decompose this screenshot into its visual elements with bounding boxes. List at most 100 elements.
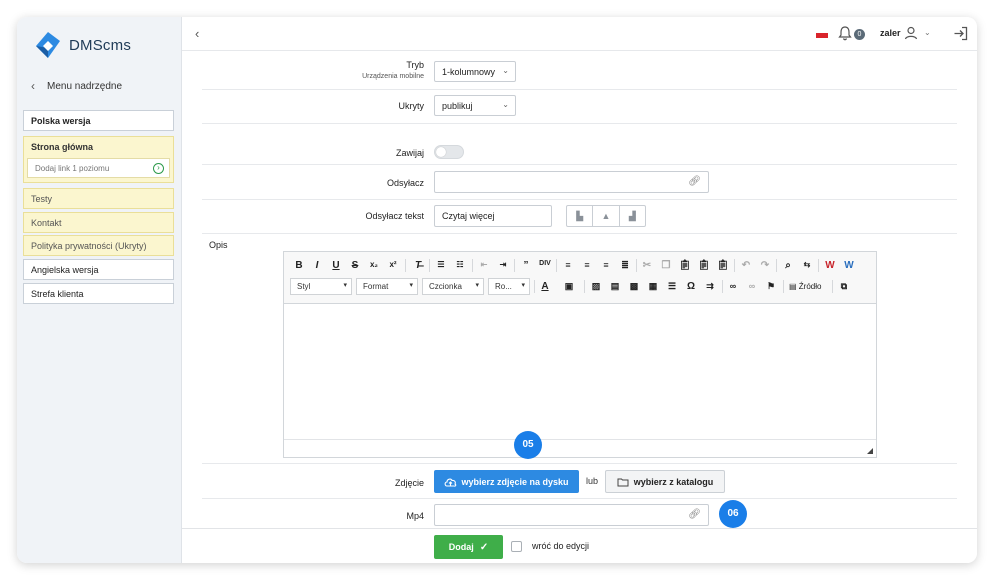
format-dropdown[interactable]: Format ▾ (356, 278, 418, 295)
blockquote-icon[interactable]: ” (519, 260, 533, 271)
subscript-icon[interactable]: x₂ (367, 260, 381, 269)
toolbar-separator (514, 259, 515, 272)
caret-down-icon: ▾ (521, 282, 525, 289)
sidebar-item-polska-wersja[interactable]: Polska wersja (23, 110, 174, 131)
copy-icon[interactable]: ❐ (659, 260, 673, 271)
search-icon[interactable]: ⌕ (781, 260, 795, 271)
format-dropdown-label: Format (363, 282, 389, 291)
step-badge-05: 05 (514, 431, 542, 459)
add-link-placeholder: Dodaj link 1 poziomu (35, 164, 110, 173)
logo-icon (36, 32, 60, 58)
link-icon[interactable]: 🔗︎ (688, 509, 701, 520)
divider (202, 463, 957, 464)
logout-icon[interactable] (953, 26, 968, 41)
image-icon[interactable]: ▨ (589, 281, 603, 292)
outdent-icon[interactable]: ⇤ (477, 260, 491, 269)
return-to-edit-label: wróć do edycji (532, 541, 590, 551)
resize-handle-icon[interactable] (867, 448, 873, 454)
bold-icon[interactable]: B (292, 260, 306, 271)
add-link-field[interactable]: Dodaj link 1 poziomu › (27, 158, 170, 178)
remove-format-icon[interactable]: T̶ (411, 260, 425, 271)
back-chevron-icon[interactable]: ‹ (195, 26, 199, 41)
size-dropdown[interactable]: Ro... ▾ (488, 278, 530, 295)
align-center-text-icon[interactable]: ≡ (580, 260, 594, 270)
sidebar-item-polityka[interactable]: Polityka prywatności (Ukryty) (23, 235, 174, 256)
div-container-icon[interactable]: DIV (538, 260, 552, 267)
sidebar-item-kontakt[interactable]: Kontakt (23, 212, 174, 233)
odsylacz-tekst-label: Odsyłacz tekst (365, 211, 424, 221)
upload-from-disk-button[interactable]: wybierz zdjęcie na dysku (434, 470, 579, 493)
odsylacz-input[interactable]: 🔗︎ (434, 171, 709, 193)
tryb-select[interactable]: 1-kolumnowy ⌄ (434, 61, 516, 82)
unlink-icon[interactable]: ∞ (745, 281, 759, 291)
zdjecie-label: Zdjęcie (394, 478, 424, 488)
paste-text-icon[interactable]: 📋︎ (697, 260, 711, 271)
replace-icon[interactable]: ⇆ (800, 260, 814, 269)
maximize-icon[interactable]: ⧉ (837, 281, 851, 292)
table-icon[interactable]: ▦ (646, 281, 660, 292)
editor-text-area[interactable] (284, 305, 876, 439)
sidebar-item-testy[interactable]: Testy (23, 188, 174, 209)
media-icon[interactable]: ▤ (608, 281, 622, 292)
paste-word-icon[interactable]: 📋︎ (716, 260, 730, 271)
superscript-icon[interactable]: x² (386, 260, 400, 269)
italic-icon[interactable]: I (310, 260, 324, 271)
bell-icon[interactable] (838, 26, 852, 41)
indent-icon[interactable]: ⇥ (496, 260, 510, 269)
add-button[interactable]: Dodaj ✓ (434, 535, 503, 559)
anchor-flag-icon[interactable]: ⚑ (764, 281, 778, 292)
font-dropdown[interactable]: Czcionka ▾ (422, 278, 484, 295)
align-left-text-icon[interactable]: ≡ (561, 260, 575, 270)
odsylacz-tekst-input[interactable]: Czytaj więcej (434, 205, 552, 227)
chevron-down-icon[interactable]: ⌄ (924, 28, 931, 37)
word-count-icon[interactable]: W (842, 260, 856, 271)
align-right-icon[interactable]: ▟ (620, 206, 645, 226)
polish-flag-icon[interactable] (816, 33, 828, 38)
undo-icon[interactable]: ↶ (739, 260, 753, 271)
text-color-icon[interactable]: A (538, 281, 552, 292)
redo-icon[interactable]: ↷ (758, 260, 772, 271)
divider (202, 199, 957, 200)
mp4-input[interactable]: 🔗︎ (434, 504, 709, 526)
link-icon[interactable]: ∞ (726, 281, 740, 291)
iframe-icon[interactable]: ⇉ (703, 281, 717, 292)
odsylacz-label: Odsyłacz (386, 178, 424, 188)
logo[interactable]: DMScms (33, 29, 131, 61)
background-color-icon[interactable]: ▣ (562, 281, 576, 292)
special-char-icon[interactable]: Ω (684, 281, 698, 292)
sidebar-item-strefa-klienta[interactable]: Strefa klienta (23, 283, 174, 304)
chevron-down-icon: ⌄ (502, 100, 509, 109)
source-button[interactable]: ▤ Źródło (789, 282, 821, 291)
tryb-sublabel: Urządzenia mobilne (362, 73, 424, 80)
numbered-list-icon[interactable]: ☰ (434, 260, 448, 269)
spellcheck-icon[interactable]: W (823, 260, 837, 271)
underline-icon[interactable]: U (329, 260, 343, 271)
toolbar-separator (818, 259, 819, 272)
user-icon[interactable] (904, 26, 918, 40)
align-left-icon[interactable]: ▙ (567, 206, 594, 226)
cut-icon[interactable]: ✂ (640, 260, 654, 271)
video-icon[interactable]: ▩ (627, 281, 641, 292)
link-icon[interactable]: 🔗︎ (688, 176, 701, 187)
bulleted-list-icon[interactable]: ☷ (453, 260, 467, 269)
choose-from-catalog-button[interactable]: wybierz z katalogu (605, 470, 725, 493)
align-right-text-icon[interactable]: ≡ (599, 260, 613, 270)
toolbar-separator (722, 280, 723, 293)
toolbar-separator (776, 259, 777, 272)
align-center-icon[interactable]: ▲ (593, 206, 620, 226)
tryb-label: Tryb (406, 60, 424, 70)
strikethrough-icon[interactable]: S (348, 260, 362, 271)
sidebar-item-strona-glowna[interactable]: Strona główna Dodaj link 1 poziomu › (23, 136, 174, 183)
horizontal-line-icon[interactable]: ☰ (665, 281, 679, 292)
zawijaj-toggle[interactable] (434, 145, 464, 159)
arrow-right-circle-icon[interactable]: › (153, 163, 164, 174)
style-dropdown-label: Styl (297, 282, 311, 291)
ukryty-select[interactable]: publikuj ⌄ (434, 95, 516, 116)
return-to-edit-checkbox[interactable] (511, 541, 522, 552)
username[interactable]: zaler (880, 28, 901, 38)
style-dropdown[interactable]: Styl ▾ (290, 278, 352, 295)
justify-text-icon[interactable]: ≣ (618, 260, 632, 271)
paste-icon[interactable]: 📋︎ (678, 260, 692, 271)
sidebar-item-angielska-wersja[interactable]: Angielska wersja (23, 259, 174, 280)
parent-menu-link[interactable]: ‹ Menu nadrzędne (31, 79, 122, 93)
